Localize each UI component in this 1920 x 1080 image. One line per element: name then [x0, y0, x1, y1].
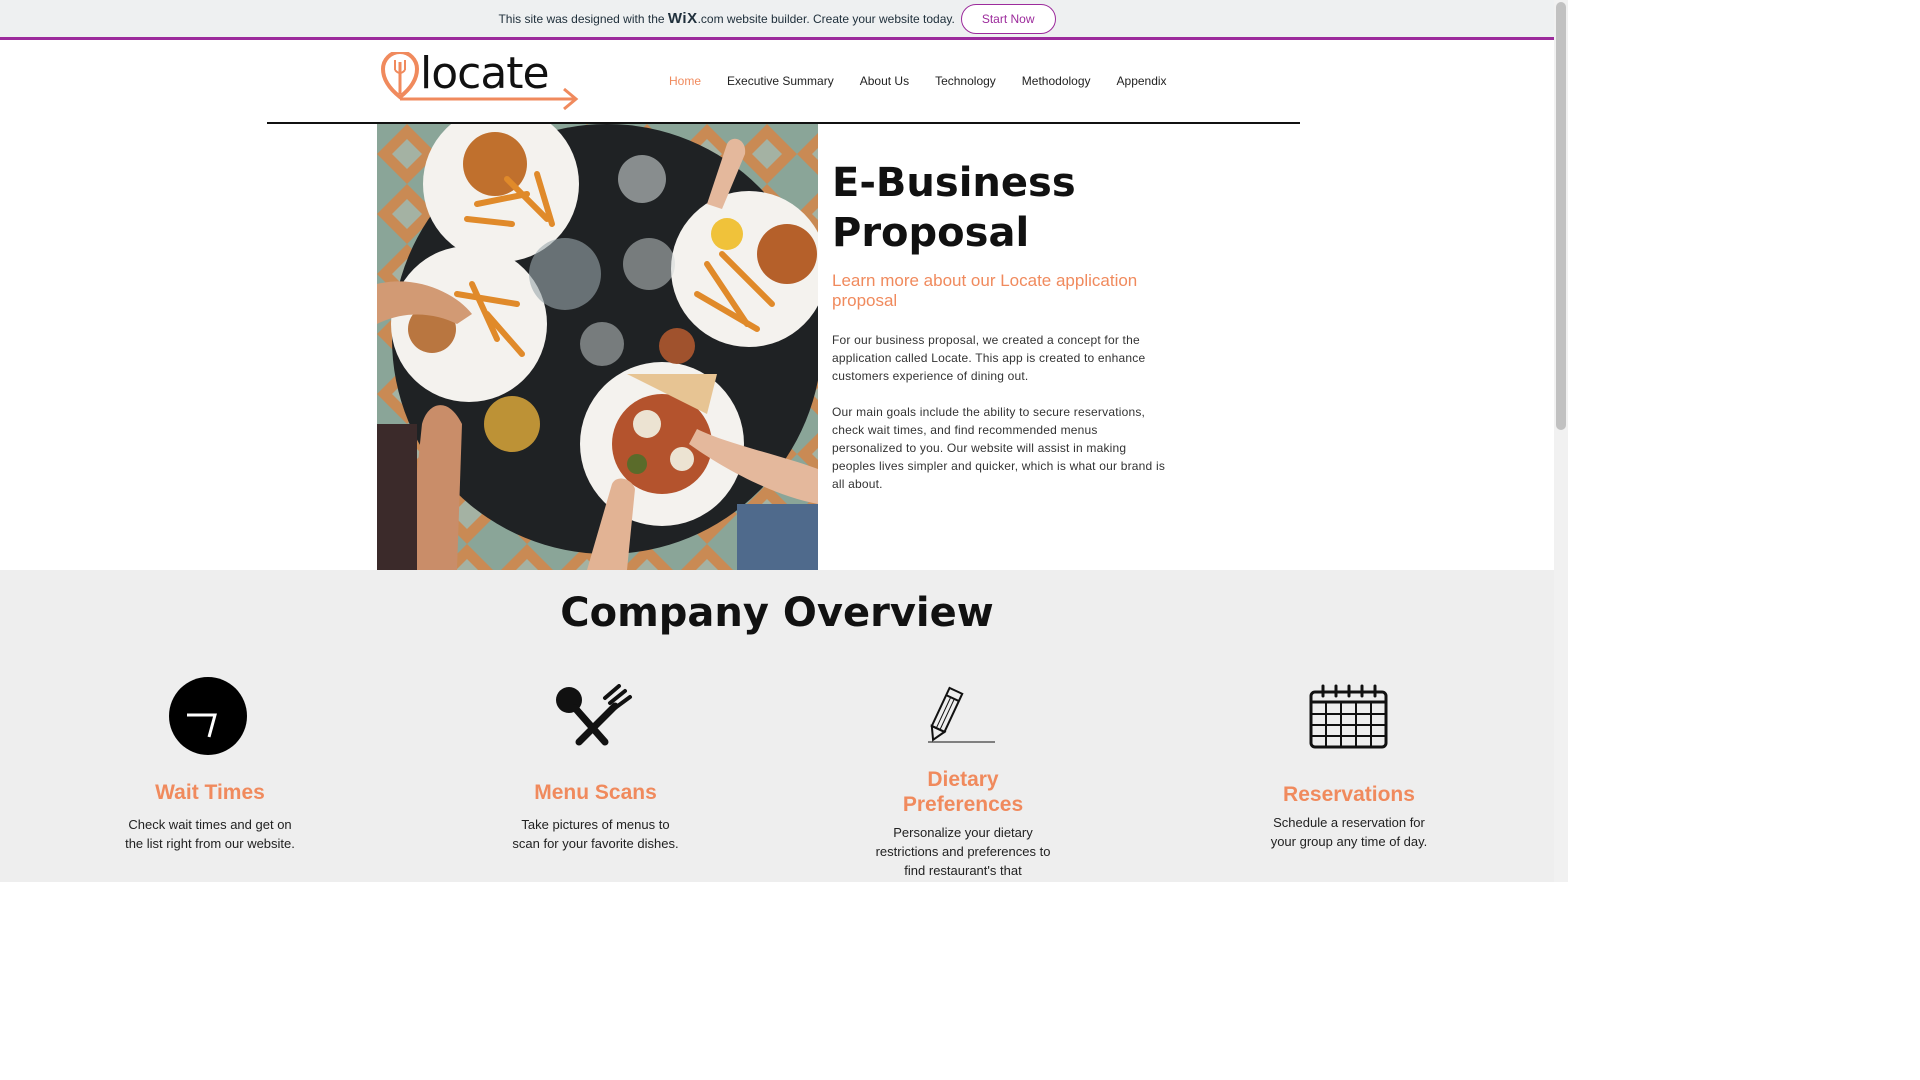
feature-description: Take pictures of menus to scan for your … — [512, 817, 679, 851]
clock-icon — [169, 677, 247, 755]
nav-executive-summary[interactable]: Executive Summary — [727, 74, 834, 88]
feature-description: Check wait times and get on the list rig… — [125, 817, 295, 851]
overview-title: Company Overview — [560, 590, 994, 636]
banner-suffix: .com website builder. Create your websit… — [697, 12, 955, 26]
hero-food-image — [377, 124, 818, 570]
wix-banner-message: This site was designed with the WiX.com … — [498, 10, 954, 27]
nav-appendix[interactable]: Appendix — [1117, 74, 1167, 88]
hero-title-line-2: Proposal — [832, 210, 1030, 256]
nav-technology[interactable]: Technology — [935, 74, 996, 88]
start-now-button[interactable]: Start Now — [960, 3, 1056, 34]
wix-logo[interactable]: WiX — [668, 10, 698, 27]
feature-dietary-preferences: Dietary Preferences Personalize your die… — [875, 767, 1051, 880]
pencil-icon — [928, 686, 995, 743]
scrollbar[interactable] — [1554, 0, 1568, 882]
locate-logo[interactable]: locate — [380, 48, 582, 114]
feature-menu-scans: Menu Scans Take pictures of menus to sca… — [508, 780, 683, 853]
wix-banner: This site was designed with the WiX.com … — [0, 0, 1554, 40]
hero-title: E-Business Proposal — [832, 158, 1172, 258]
feature-reservations: Reservations Schedule a reservation for … — [1266, 782, 1432, 851]
hero-subtitle: Learn more about our Locate application … — [832, 271, 1138, 310]
feature-title: Menu Scans — [534, 781, 657, 804]
nav-methodology[interactable]: Methodology — [1022, 74, 1091, 88]
calendar-icon — [1309, 684, 1388, 749]
feature-description: Schedule a reservation for your group an… — [1270, 815, 1428, 849]
nav-about-us[interactable]: About Us — [860, 74, 909, 88]
hero-paragraph: For our business proposal, we created a … — [832, 333, 1146, 383]
utensils-icon — [556, 684, 632, 746]
feature-title: Dietary Preferences — [902, 768, 1024, 816]
banner-prefix: This site was designed with the — [498, 12, 665, 26]
feature-wait-times: Wait Times Check wait times and get on t… — [125, 780, 295, 853]
nav-home[interactable]: Home — [669, 74, 701, 88]
hero-paragraph: Our main goals include the ability to se… — [832, 405, 1166, 491]
feature-description: Personalize your dietary restrictions an… — [875, 825, 1051, 878]
company-overview-section: Company Overview Wait Times Check wait t… — [0, 570, 1554, 882]
scrollbar-thumb[interactable] — [1556, 2, 1566, 430]
feature-title: Reservations — [1283, 783, 1415, 806]
logo-text: locate — [420, 48, 550, 99]
hero-title-line-1: E-Business — [832, 160, 1076, 206]
main-nav: Home Executive Summary About Us Technolo… — [669, 74, 1193, 88]
feature-title: Wait Times — [155, 781, 265, 804]
